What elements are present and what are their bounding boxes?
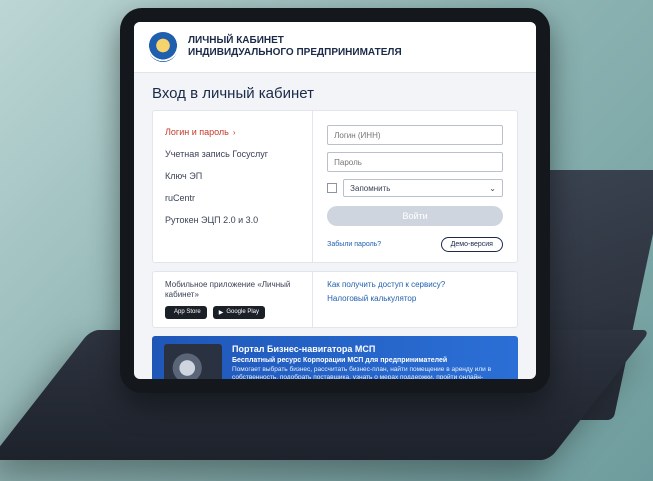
banner-text: Помогает выбрать бизнес, рассчитать бизн… [232,365,492,379]
remember-checkbox[interactable] [327,183,338,193]
app-store-badge[interactable]: App Store [165,305,207,319]
method-ep-key[interactable]: Ключ ЭП [165,165,300,187]
play-icon: ▶ [218,309,224,316]
remember-row: Запомнить ⌄ [327,179,503,197]
google-play-badge[interactable]: ▶ Google Play [212,305,265,319]
site-header: Личный кабинет индивидуального предприни… [134,22,536,73]
login-input[interactable] [327,125,503,145]
remember-label: Запомнить [350,183,391,193]
site-title-line2: индивидуального предпринимателя [188,47,402,58]
google-play-label: Google Play [226,309,259,316]
method-gosuslugi[interactable]: Учетная запись Госуслуг [165,143,300,165]
banner-title: Портал Бизнес-навигатора МСП [232,343,376,354]
main-content: Вход в личный кабинет Логин и пароль › У… [134,73,536,379]
tax-calculator-link[interactable]: Налоговый калькулятор [327,294,503,303]
method-label: ruCentr [165,193,196,203]
login-card: Логин и пароль › Учетная запись Госуслуг… [152,110,518,263]
tablet-screen: Личный кабинет индивидуального предприни… [134,22,536,379]
mobile-app-title: Мобильное приложение «Личный кабинет» [165,280,291,300]
form-footer: Забыли пароль? Демо-версия [327,237,503,252]
site-title: Личный кабинет индивидуального предприни… [188,35,402,60]
help-links: Как получить доступ к сервису? Налоговый… [313,272,517,327]
demo-version-button[interactable]: Демо-версия [440,237,503,252]
site-title-line1: Личный кабинет [188,34,284,46]
access-help-link[interactable]: Как получить доступ к сервису? [327,280,503,289]
method-label: Ключ ЭП [165,171,203,181]
method-login-password[interactable]: Логин и пароль › [165,121,300,143]
remember-select[interactable]: Запомнить ⌄ [343,179,503,197]
login-methods: Логин и пароль › Учетная запись Госуслуг… [153,111,314,262]
store-badges: App Store ▶ Google Play [165,305,300,319]
banner-image [164,343,222,379]
method-label: Учетная запись Госуслуг [165,149,269,159]
extras-row: Мобильное приложение «Личный кабинет» Ap… [152,271,518,328]
page-title: Вход в личный кабинет [152,85,314,102]
method-label: Рутокен ЭЦП 2.0 и 3.0 [165,215,259,225]
app-store-label: App Store [174,309,201,316]
business-navigator-banner[interactable]: Портал Бизнес-навигатора МСП Бесплатный … [152,335,518,379]
mobile-app-section: Мобильное приложение «Личный кабинет» Ap… [153,272,314,327]
chevron-right-icon: › [232,127,236,137]
chevron-down-icon: ⌄ [489,183,496,193]
password-input[interactable] [327,152,503,172]
forgot-password-link[interactable]: Забыли пароль? [327,241,381,248]
method-label: Логин и пароль [165,127,229,137]
method-rucentr[interactable]: ruCentr [165,187,300,209]
method-rutoken[interactable]: Рутокен ЭЦП 2.0 и 3.0 [165,209,300,231]
fns-emblem-icon[interactable] [148,32,178,62]
tablet-device: Личный кабинет индивидуального предприни… [120,8,550,393]
banner-body: Портал Бизнес-навигатора МСП Бесплатный … [232,344,506,379]
banner-subtitle: Бесплатный ресурс Корпорации МСП для пре… [232,356,448,364]
login-button[interactable]: Войти [327,206,503,226]
login-form: Запомнить ⌄ Войти Забыли пароль? Демо-ве… [313,111,517,262]
